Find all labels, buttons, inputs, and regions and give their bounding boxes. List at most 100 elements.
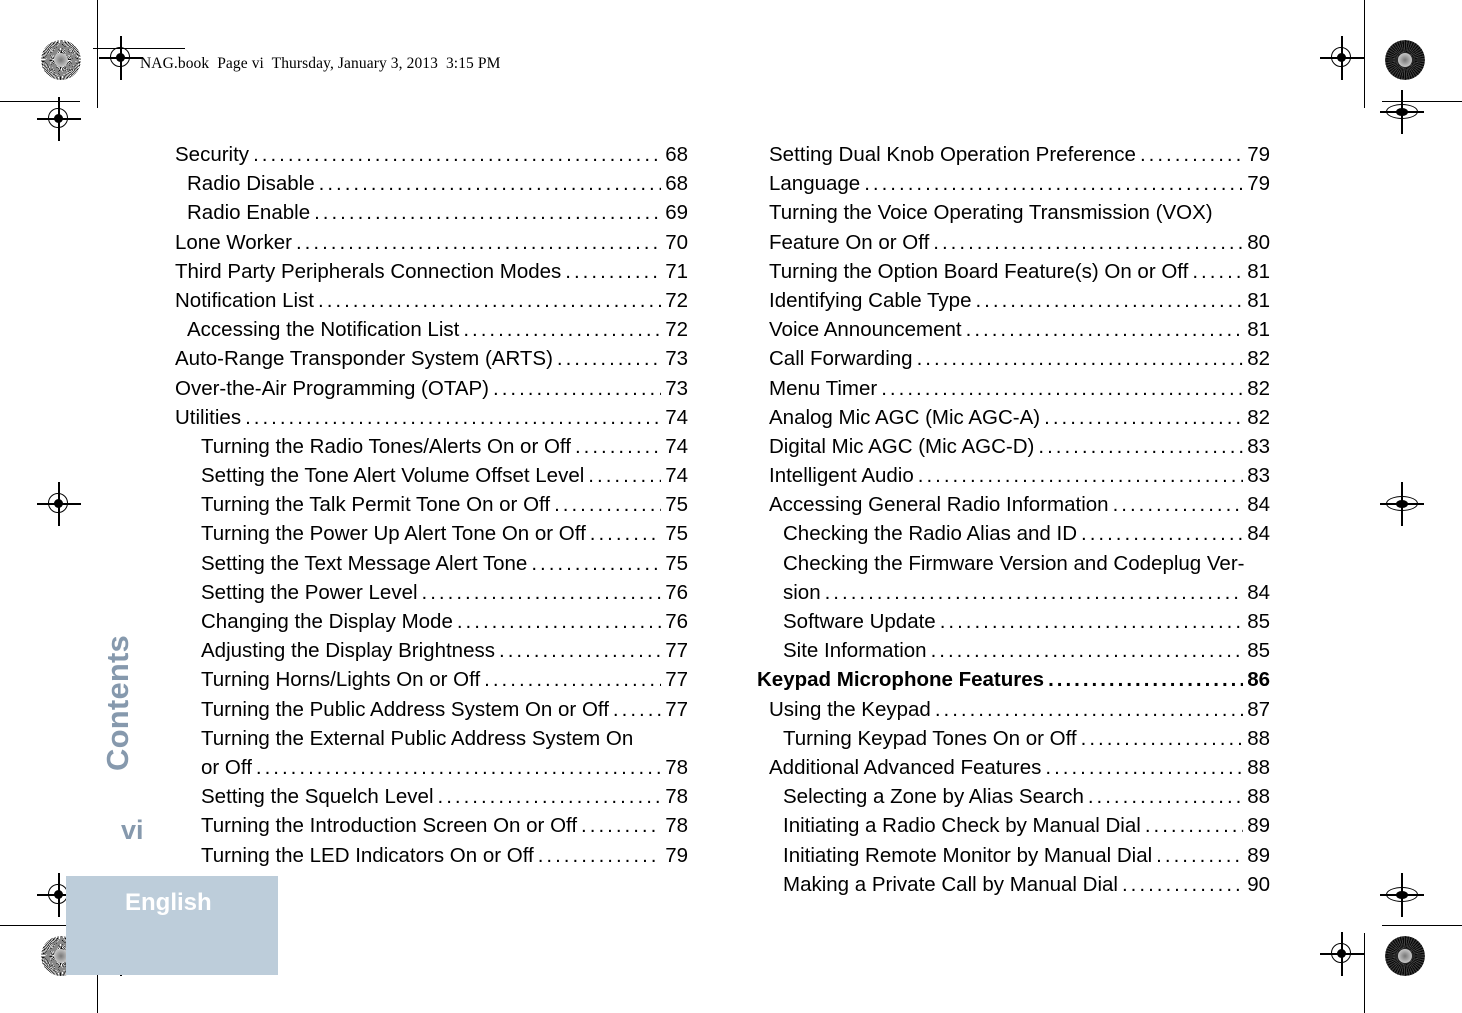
toc-entry-title: or Off [201, 755, 252, 779]
toc-entry-page-number: 73 [661, 347, 688, 372]
toc-entry[interactable]: Voice Announcement......................… [757, 318, 1270, 347]
toc-entry[interactable]: Additional Advanced Features............… [757, 755, 1270, 785]
toc-entry[interactable]: Turning the LED Indicators On or Off....… [175, 843, 688, 873]
toc-entry[interactable]: Initiating a Radio Check by Manual Dial.… [757, 814, 1270, 843]
toc-entry-page-number: 68 [661, 172, 688, 197]
toc-entry-title: Language [769, 172, 861, 196]
toc-entry-title: Checking the Firmware Version and Codepl… [783, 551, 1245, 575]
toc-entry[interactable]: Radio Enable............................… [175, 201, 688, 230]
toc-entry-title: Radio Enable [187, 201, 311, 225]
toc-entry-title: Auto-Range Transponder System (ARTS) [175, 347, 553, 371]
toc-entry-page-number: 74 [661, 464, 688, 489]
toc-leader-dots: ........................................… [934, 697, 1270, 721]
toc-entry[interactable]: Turning Keypad Tones On or Off..........… [757, 726, 1270, 756]
toc-entry[interactable]: Security................................… [175, 143, 688, 172]
toc-entry[interactable]: Checking the Radio Alias and ID.........… [757, 522, 1270, 551]
toc-entry[interactable]: Using the Keypad........................… [757, 697, 1270, 727]
toc-entry-page-number: 79 [1243, 143, 1270, 167]
toc-entry-page-number: 84 [1243, 493, 1270, 518]
toc-entry-title: Turning the Public Address System On or … [201, 697, 609, 721]
toc-entry[interactable]: Setting Dual Knob Operation Preference..… [757, 143, 1270, 172]
toc-entry[interactable]: Auto-Range Transponder System (ARTS)....… [175, 347, 688, 376]
toc-entry-title: Utilities [175, 405, 242, 429]
toc-entry[interactable]: Lone Worker.............................… [175, 230, 688, 260]
toc-leader-dots: ........................................… [864, 172, 1270, 196]
toc-entry-title: Over-the-Air Programming (OTAP) [175, 376, 490, 400]
toc-leader-dots: ........................................… [456, 610, 688, 633]
toc-entry-page-number: 82 [1243, 376, 1270, 401]
toc-leader-dots: ........................................… [253, 143, 688, 166]
toc-leader-dots: ........................................… [1081, 522, 1270, 546]
toc-entry-page-number: 87 [1243, 697, 1270, 722]
toc-entry-title: Initiating Remote Monitor by Manual Dial [783, 843, 1153, 867]
toc-entry[interactable]: Setting the Power Level.................… [175, 580, 688, 610]
toc-entry-title: Selecting a Zone by Alias Search [783, 785, 1084, 809]
toc-leader-dots: ........................................… [824, 580, 1270, 604]
crop-line-right-vertical [1364, 0, 1365, 108]
toc-entry[interactable]: Selecting a Zone by Alias Search........… [757, 785, 1270, 814]
toc-entry[interactable]: Software Update.........................… [757, 610, 1270, 639]
toc-entry[interactable]: Checking the Firmware Version and Codepl… [757, 552, 1270, 581]
toc-entry[interactable]: Notification List.......................… [175, 288, 688, 318]
toc-leader-dots: ........................................… [245, 405, 688, 429]
toc-entry-page-number: 78 [661, 755, 688, 780]
toc-entry-page-number: 74 [661, 434, 688, 459]
toc-entry[interactable]: Identifying Cable Type..................… [757, 288, 1270, 318]
toc-entry-page-number: 85 [1243, 639, 1270, 664]
toc-entry[interactable]: Setting the Text Message Alert Tone.....… [175, 551, 688, 581]
language-label: English [125, 889, 212, 916]
toc-entry[interactable]: Turning the Voice Operating Transmission… [757, 201, 1270, 230]
toc-entry[interactable]: sion....................................… [757, 580, 1270, 610]
toc-entry[interactable]: Analog Mic AGC (Mic AGC-A)..............… [757, 405, 1270, 435]
toc-entry-page-number: 71 [661, 259, 688, 284]
toc-entry[interactable]: Keypad Microphone Features..............… [757, 668, 1270, 697]
toc-entry[interactable]: Turning Horns/Lights On or Off..........… [175, 668, 688, 697]
toc-entry[interactable]: Initiating Remote Monitor by Manual Dial… [757, 843, 1270, 873]
toc-entry[interactable]: Intelligent Audio.......................… [757, 464, 1270, 493]
toc-entry[interactable]: Language................................… [757, 172, 1270, 201]
toc-entry[interactable]: Site Information........................… [757, 639, 1270, 668]
toc-entry[interactable]: Setting the Tone Alert Volume Offset Lev… [175, 464, 688, 493]
toc-entry[interactable]: or Off..................................… [175, 755, 688, 785]
toc-entry[interactable]: Call Forwarding.........................… [757, 347, 1270, 376]
toc-entry-page-number: 81 [1243, 259, 1270, 284]
toc-entry-title: Site Information [783, 639, 927, 663]
toc-entry[interactable]: Feature On or Off.......................… [757, 230, 1270, 260]
toc-entry-page-number: 72 [661, 288, 688, 313]
toc-entry-title: Security [175, 143, 250, 166]
toc-entry[interactable]: Menu Timer..............................… [757, 376, 1270, 406]
toc-leader-dots: ........................................… [1048, 668, 1270, 692]
toc-entry-page-number: 82 [1243, 347, 1270, 372]
toc-entry-title: Setting Dual Knob Operation Preference [769, 143, 1136, 166]
registration-target-icon-mid-left [37, 482, 81, 526]
toc-entry[interactable]: Accessing the Notification List.........… [175, 318, 688, 347]
toc-entry[interactable]: Turning the External Public Address Syst… [175, 727, 688, 756]
toc-leader-dots: ........................................… [939, 610, 1270, 633]
toc-entry[interactable]: Turning the Introduction Screen On or Of… [175, 814, 688, 843]
toc-entry[interactable]: Making a Private Call by Manual Dial....… [757, 872, 1270, 902]
toc-entry[interactable]: Adjusting the Display Brightness........… [175, 639, 688, 668]
toc-entry[interactable]: Turning the Radio Tones/Alerts On or Off… [175, 434, 688, 464]
toc-entry[interactable]: Digital Mic AGC (Mic AGC-D).............… [757, 434, 1270, 464]
crop-line-bottom-right [1382, 925, 1462, 926]
toc-leader-dots: ........................................… [1044, 405, 1270, 429]
toc-entry[interactable]: Turning the Power Up Alert Tone On or Of… [175, 522, 688, 551]
toc-entry-page-number: 74 [661, 405, 688, 430]
toc-leader-dots: ........................................… [881, 376, 1270, 400]
toc-entry[interactable]: Changing the Display Mode...............… [175, 610, 688, 639]
toc-entry-title: Third Party Peripherals Connection Modes [175, 259, 562, 283]
toc-entry[interactable]: Utilities...............................… [175, 405, 688, 435]
toc-leader-dots: ........................................… [499, 639, 688, 663]
toc-entry[interactable]: Setting the Squelch Level...............… [175, 785, 688, 814]
toc-entry[interactable]: Radio Disable...........................… [175, 172, 688, 201]
document-header-slug: NAG.book Page vi Thursday, January 3, 20… [140, 55, 501, 72]
toc-entry[interactable]: Turning the Option Board Feature(s) On o… [757, 259, 1270, 289]
toc-entry[interactable]: Third Party Peripherals Connection Modes… [175, 259, 688, 289]
toc-leader-dots: ........................................… [965, 318, 1270, 342]
toc-entry[interactable]: Accessing General Radio Information.....… [757, 493, 1270, 522]
toc-entry[interactable]: Turning the Public Address System On or … [175, 697, 688, 727]
toc-entry[interactable]: Over-the-Air Programming (OTAP).........… [175, 376, 688, 406]
toc-entry[interactable]: Turning the Talk Permit Tone On or Off..… [175, 493, 688, 522]
page-folio-number: vi [121, 815, 144, 845]
toc-entry-title: Turning the Voice Operating Transmission… [769, 201, 1213, 225]
